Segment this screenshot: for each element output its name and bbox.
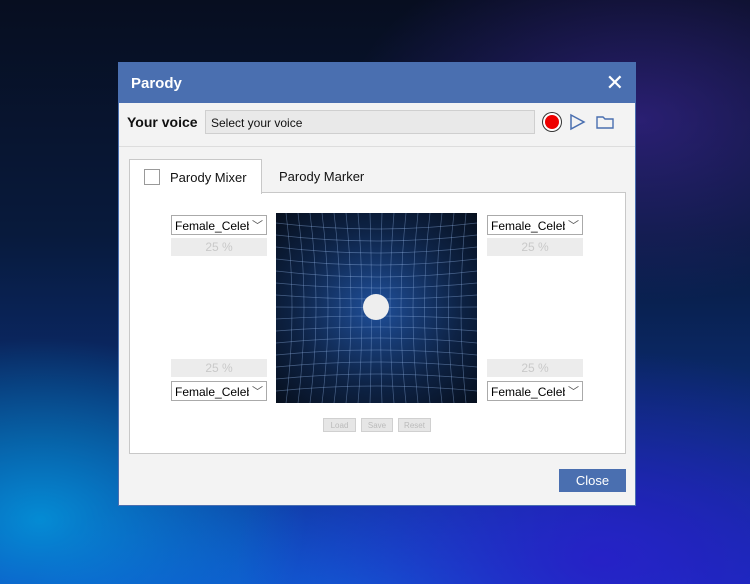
voice-label: Your voice xyxy=(127,114,198,130)
folder-icon[interactable] xyxy=(595,114,615,130)
tab-parody-marker[interactable]: Parody Marker xyxy=(279,159,364,193)
tab-checkbox[interactable] xyxy=(144,169,160,185)
play-icon[interactable] xyxy=(568,113,586,131)
parody-dialog: Parody ✕ Your voice Select your voice Pa… xyxy=(118,62,636,506)
warp-grid xyxy=(276,213,477,403)
voice-dropdown-bottom-right[interactable]: Female_Celebrity ﹀ xyxy=(487,381,583,401)
mixing-pad[interactable] xyxy=(276,213,477,403)
chevron-down-icon: ﹀ xyxy=(252,386,263,398)
mixer-handle[interactable] xyxy=(363,294,389,320)
close-button[interactable]: Close xyxy=(559,469,626,492)
voice-dropdown-bottom-left[interactable]: Female_Celebrity ﹀ xyxy=(171,381,267,401)
load-button[interactable]: Load xyxy=(323,418,356,432)
percent-bottom-right: 25 % xyxy=(487,359,583,377)
voice-select[interactable]: Select your voice xyxy=(205,110,535,134)
dropdown-value: Female_Celebrity xyxy=(175,385,249,399)
voice-actions xyxy=(545,113,615,131)
chevron-down-icon: ﹀ xyxy=(252,220,263,232)
record-icon[interactable] xyxy=(545,115,559,129)
chevron-down-icon: ﹀ xyxy=(568,220,579,232)
voice-dropdown-top-right[interactable]: Female_Celebrity ﹀ xyxy=(487,215,583,235)
close-icon[interactable]: ✕ xyxy=(606,72,624,94)
percent-top-left: 25 % xyxy=(171,238,267,256)
dialog-titlebar[interactable]: Parody ✕ xyxy=(119,63,635,103)
voice-dropdown-top-left[interactable]: Female_Celebrity ﹀ xyxy=(171,215,267,235)
tab-parody-mixer[interactable]: Parody Mixer xyxy=(129,159,262,194)
percent-bottom-left: 25 % xyxy=(171,359,267,377)
tab-label: Parody Marker xyxy=(279,168,365,184)
percent-top-right: 25 % xyxy=(487,238,583,256)
reset-button[interactable]: Reset xyxy=(398,418,431,432)
save-button[interactable]: Save xyxy=(361,418,393,432)
divider xyxy=(119,146,635,147)
dropdown-value: Female_Celebrity xyxy=(491,385,565,399)
tab-label: Parody Mixer xyxy=(170,169,247,185)
dialog-title: Parody xyxy=(131,74,182,92)
dropdown-value: Female_Celebrity xyxy=(491,219,565,233)
chevron-down-icon: ﹀ xyxy=(568,386,579,398)
dropdown-value: Female_Celebrity xyxy=(175,219,249,233)
voice-row: Your voice Select your voice xyxy=(127,109,627,135)
